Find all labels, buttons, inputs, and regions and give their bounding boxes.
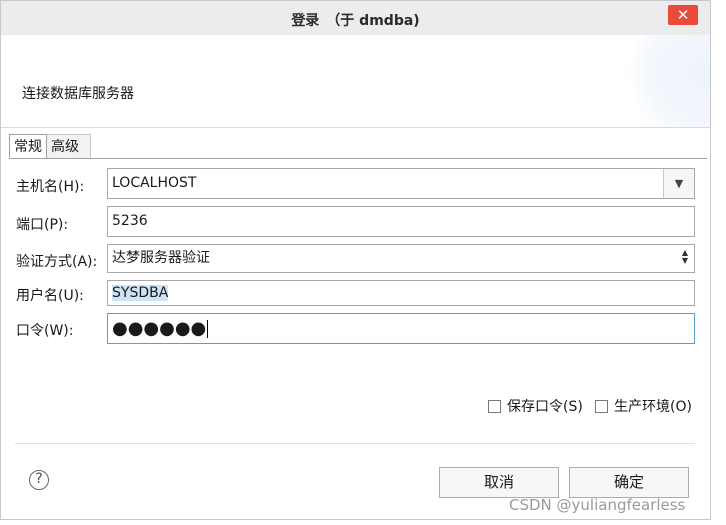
text-caret xyxy=(207,320,209,338)
user-label: 用户名(U): xyxy=(16,288,84,304)
header-decoration xyxy=(620,35,710,127)
close-icon: ✕ xyxy=(676,6,690,24)
auth-select[interactable]: 达梦服务器验证 ▲ ▼ xyxy=(107,244,695,273)
watermark: CSDN @yuliangfearless xyxy=(509,496,686,514)
save-password-label: 保存口令(S) xyxy=(507,399,583,415)
dialog-title: 登录 （于 dmdba) xyxy=(291,13,420,29)
auth-label: 验证方式(A): xyxy=(16,254,98,270)
auth-value: 达梦服务器验证 xyxy=(112,250,210,266)
password-label: 口令(W): xyxy=(16,323,74,339)
help-icon[interactable]: ? xyxy=(29,470,49,490)
production-env-label: 生产环境(O) xyxy=(614,399,692,415)
login-dialog: 登录 （于 dmdba) ✕ 连接数据库服务器 常规 高级 主机名(H): LO… xyxy=(0,0,711,520)
ok-button[interactable]: 确定 xyxy=(569,467,689,498)
production-env-option[interactable]: 生产环境(O) xyxy=(595,396,692,416)
user-input[interactable]: SYSDBA xyxy=(107,280,695,306)
production-env-checkbox[interactable] xyxy=(595,399,608,413)
save-password-checkbox[interactable] xyxy=(488,399,501,413)
tab-divider xyxy=(9,158,707,159)
user-value: SYSDBA xyxy=(112,285,169,301)
close-button[interactable]: ✕ xyxy=(668,5,698,25)
host-dropdown-button[interactable]: ▼ xyxy=(663,169,694,198)
password-value: ●●●●●● xyxy=(112,318,207,339)
dialog-header: 连接数据库服务器 xyxy=(1,35,710,128)
spin-down-icon: ▼ xyxy=(681,256,688,265)
port-value: 5236 xyxy=(112,213,148,229)
tab-advanced[interactable]: 高级 xyxy=(47,134,91,158)
host-value: LOCALHOST xyxy=(112,175,197,191)
save-password-option[interactable]: 保存口令(S) xyxy=(488,396,583,416)
host-label: 主机名(H): xyxy=(16,179,85,195)
title-bar[interactable]: 登录 （于 dmdba) ✕ xyxy=(1,1,710,36)
auth-spinner[interactable]: ▲ ▼ xyxy=(682,249,688,265)
cancel-button[interactable]: 取消 xyxy=(439,467,559,498)
footer-divider xyxy=(15,443,695,444)
port-input[interactable]: 5236 xyxy=(107,206,695,237)
password-input[interactable]: ●●●●●● xyxy=(107,313,695,344)
host-combo[interactable]: LOCALHOST ▼ xyxy=(107,168,695,199)
port-label: 端口(P): xyxy=(16,217,69,233)
chevron-down-icon: ▼ xyxy=(674,177,684,190)
header-text: 连接数据库服务器 xyxy=(22,86,134,102)
tab-general[interactable]: 常规 xyxy=(9,134,47,158)
